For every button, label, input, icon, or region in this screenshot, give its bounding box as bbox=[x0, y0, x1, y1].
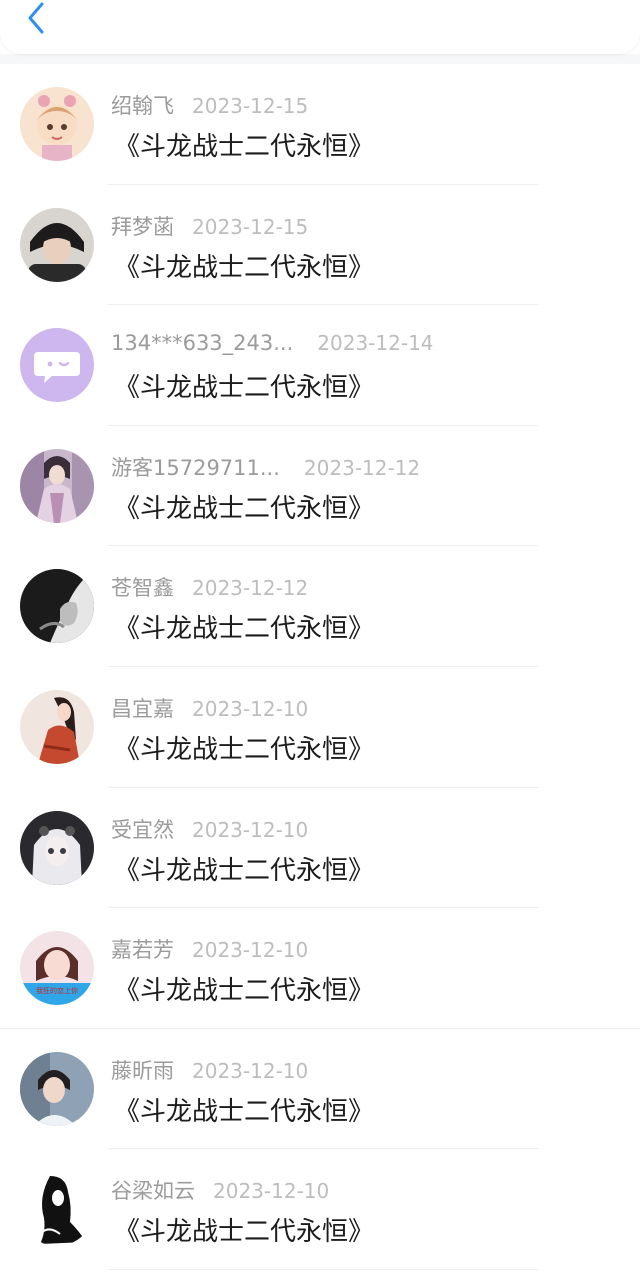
post-date: 2023-12-15 bbox=[192, 94, 309, 118]
item-meta: 游客15729711... 2023-12-12 bbox=[111, 452, 420, 482]
work-title: 《斗龙战士二代永恒》 bbox=[114, 1096, 375, 1127]
back-button[interactable] bbox=[14, 0, 58, 40]
avatar[interactable] bbox=[20, 448, 94, 523]
list-item[interactable]: 134***633_243... 2023-12-14 《斗龙战士二代永恒》 bbox=[0, 305, 640, 426]
post-date: 2023-12-12 bbox=[192, 576, 309, 601]
post-date: 2023-12-10 bbox=[213, 1179, 330, 1204]
list-item[interactable]: 我狂的恋上你 嘉若芳 2023-12-10 《斗龙战士二代永恒》 bbox=[0, 908, 640, 1029]
post-date: 2023-12-10 bbox=[192, 938, 309, 963]
post-date: 2023-12-10 bbox=[192, 817, 309, 842]
user-name[interactable]: 藤昕雨 bbox=[111, 1055, 174, 1085]
item-meta: 134***633_243... 2023-12-14 bbox=[111, 331, 434, 355]
work-title: 《斗龙战士二代永恒》 bbox=[114, 855, 375, 886]
avatar[interactable] bbox=[20, 87, 94, 161]
list-item[interactable]: 苍智鑫 2023-12-12 《斗龙战士二代永恒》 bbox=[0, 546, 640, 667]
item-meta: 藤昕雨 2023-12-10 bbox=[111, 1055, 308, 1085]
list-item[interactable]: 绍翰飞 2023-12-15 《斗龙战士二代永恒》 bbox=[0, 64, 640, 185]
top-bar bbox=[0, 0, 640, 54]
user-name[interactable]: 苍智鑫 bbox=[111, 572, 174, 602]
avatar[interactable] bbox=[20, 207, 94, 282]
work-title: 《斗龙战士二代永恒》 bbox=[114, 493, 375, 524]
user-name[interactable]: 昌宜嘉 bbox=[111, 693, 174, 723]
item-meta: 苍智鑫 2023-12-12 bbox=[111, 572, 308, 602]
item-meta: 谷梁如云 2023-12-10 bbox=[111, 1175, 329, 1205]
avatar[interactable] bbox=[20, 1172, 94, 1247]
user-name[interactable]: 游客15729711... bbox=[111, 452, 280, 482]
user-name[interactable]: 拜梦菡 bbox=[111, 211, 174, 241]
user-name[interactable]: 134***633_243... bbox=[111, 331, 293, 355]
avatar[interactable]: 我狂的恋上你 bbox=[20, 931, 94, 1006]
work-title: 《斗龙战士二代永恒》 bbox=[114, 614, 375, 645]
avatar[interactable] bbox=[20, 1051, 94, 1126]
item-meta: 拜梦菡 2023-12-15 bbox=[111, 211, 308, 241]
comment-list: 绍翰飞 2023-12-15 《斗龙战士二代永恒》 拜梦菡 2023-12-15 bbox=[0, 64, 640, 1270]
post-date: 2023-12-10 bbox=[192, 1058, 309, 1083]
user-name[interactable]: 受宜然 bbox=[111, 814, 174, 844]
work-title: 《斗龙战士二代永恒》 bbox=[114, 132, 375, 162]
work-title: 《斗龙战士二代永恒》 bbox=[114, 734, 375, 765]
avatar[interactable] bbox=[20, 689, 94, 764]
list-item[interactable]: 昌宜嘉 2023-12-10 《斗龙战士二代永恒》 bbox=[0, 667, 640, 788]
item-meta: 昌宜嘉 2023-12-10 bbox=[111, 693, 308, 723]
comment-list-page: 绍翰飞 2023-12-15 《斗龙战士二代永恒》 拜梦菡 2023-12-15 bbox=[0, 0, 640, 1284]
avatar-caption: 我狂的恋上你 bbox=[36, 986, 78, 995]
user-name[interactable]: 嘉若芳 bbox=[111, 934, 174, 964]
post-date: 2023-12-10 bbox=[192, 696, 309, 721]
work-title: 《斗龙战士二代永恒》 bbox=[114, 373, 375, 404]
avatar[interactable] bbox=[20, 569, 94, 644]
list-item[interactable]: 谷梁如云 2023-12-10 《斗龙战士二代永恒》 bbox=[0, 1149, 640, 1270]
list-item[interactable]: 游客15729711... 2023-12-12 《斗龙战士二代永恒》 bbox=[0, 426, 640, 547]
user-name[interactable]: 谷梁如云 bbox=[111, 1175, 195, 1205]
list-item[interactable]: 受宜然 2023-12-10 《斗龙战士二代永恒》 bbox=[0, 788, 640, 909]
work-title: 《斗龙战士二代永恒》 bbox=[114, 976, 375, 1007]
post-date: 2023-12-12 bbox=[303, 455, 421, 480]
chevron-left-icon bbox=[25, 1, 47, 39]
post-date: 2023-12-14 bbox=[317, 331, 434, 356]
item-meta: 受宜然 2023-12-10 bbox=[111, 814, 308, 844]
list-item[interactable]: 藤昕雨 2023-12-10 《斗龙战士二代永恒》 bbox=[0, 1029, 640, 1150]
header-spacer bbox=[0, 54, 640, 64]
item-meta: 嘉若芳 2023-12-10 bbox=[111, 934, 308, 964]
item-meta: 绍翰飞 2023-12-15 bbox=[111, 90, 308, 120]
post-date: 2023-12-15 bbox=[192, 214, 309, 239]
list-item[interactable]: 拜梦菡 2023-12-15 《斗龙战士二代永恒》 bbox=[0, 185, 640, 306]
work-title: 《斗龙战士二代永恒》 bbox=[114, 252, 375, 283]
user-name[interactable]: 绍翰飞 bbox=[111, 90, 174, 120]
avatar[interactable] bbox=[20, 328, 94, 403]
work-title: 《斗龙战士二代永恒》 bbox=[114, 1217, 375, 1248]
divider bbox=[108, 1268, 538, 1270]
avatar[interactable] bbox=[20, 810, 94, 885]
